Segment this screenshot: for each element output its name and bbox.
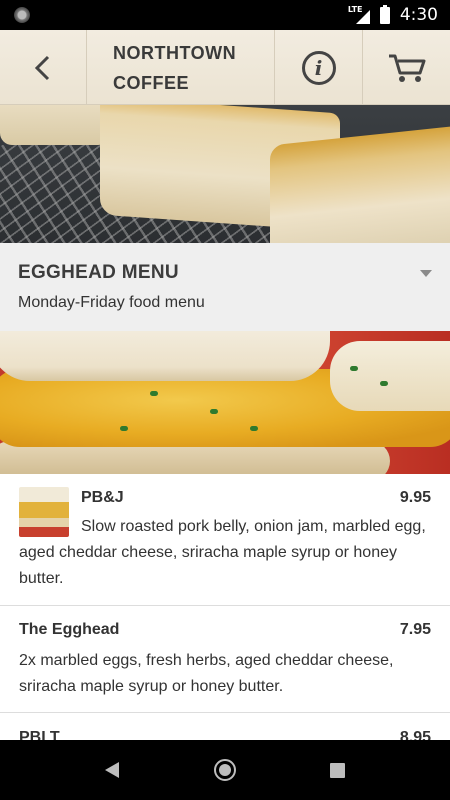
menu-subtitle: Monday-Friday food menu <box>18 294 205 311</box>
header-title-cell: NORTHTOWN COFFEE <box>87 30 275 105</box>
back-button[interactable] <box>0 30 87 105</box>
info-icon: i <box>301 50 336 85</box>
app-title: NORTHTOWN COFFEE <box>113 42 237 93</box>
list-item[interactable]: The Egghead 7.95 2x marbled eggs, fresh … <box>0 606 450 713</box>
info-button[interactable]: i <box>275 30 363 105</box>
hero-image-bread <box>0 105 450 243</box>
status-bar: LTE 4:30 <box>0 0 450 30</box>
menu-section-header[interactable]: EGGHEAD MENU Monday-Friday food menu <box>0 243 450 331</box>
chevron-left-icon <box>34 55 50 80</box>
item-description: 2x marbled eggs, fresh herbs, aged chedd… <box>19 652 394 695</box>
clock: 4:30 <box>399 5 438 25</box>
menu-item-list: PB&J 9.95 Slow roasted pork belly, onion… <box>0 474 450 753</box>
dropdown-caret-icon[interactable] <box>420 270 432 277</box>
signal-icon: LTE <box>348 5 370 24</box>
item-name: The Egghead <box>19 621 120 638</box>
nav-recents-icon[interactable] <box>330 763 345 778</box>
item-price: 9.95 <box>399 489 431 506</box>
app-header: NORTHTOWN COFFEE i <box>0 30 450 105</box>
cart-button[interactable] <box>363 30 450 105</box>
item-price: 7.95 <box>399 621 431 638</box>
nav-back-icon[interactable] <box>105 762 119 778</box>
system-nav-bar <box>0 740 450 800</box>
nav-home-icon[interactable] <box>214 759 236 781</box>
menu-title: EGGHEAD MENU <box>18 262 179 283</box>
hero-image-sandwich <box>0 331 450 474</box>
battery-icon <box>379 4 390 24</box>
item-name: PB&J <box>81 489 124 506</box>
notification-icon <box>14 7 30 23</box>
item-description: Slow roasted pork belly, onion jam, marb… <box>19 518 426 587</box>
list-item[interactable]: PB&J 9.95 Slow roasted pork belly, onion… <box>0 474 450 606</box>
cart-icon <box>388 54 425 82</box>
